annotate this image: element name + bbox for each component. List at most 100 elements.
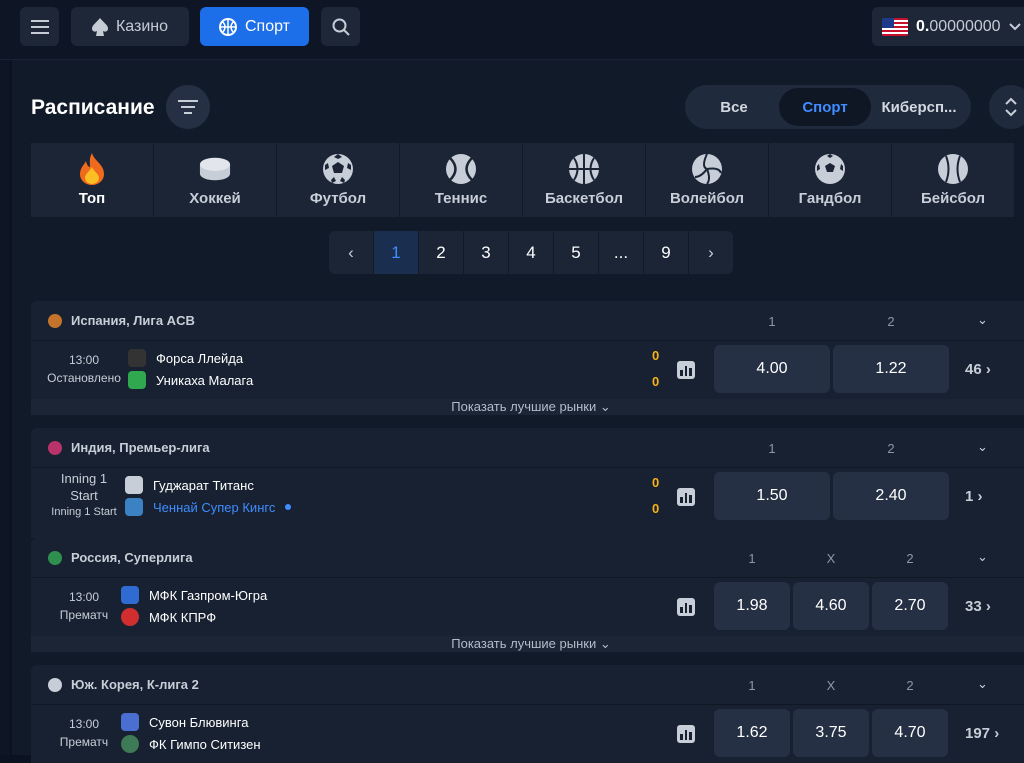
score-away: 0	[652, 501, 660, 516]
odd-button[interactable]: 2.40	[833, 472, 949, 520]
team-home: МФК Газпром-Югра	[121, 586, 267, 604]
more-markets-button[interactable]: 197 ›	[965, 725, 999, 742]
sport-label: Спорт	[245, 17, 290, 35]
statistics-icon[interactable]	[677, 361, 695, 379]
score-home: 0	[652, 348, 660, 363]
league-block: Юж. Корея, К-лига 2 1 X 2 ⌄ 13:00 Прематч…	[31, 665, 1024, 763]
sport-tab-baseball[interactable]: Бейсбол	[892, 143, 1014, 217]
odds-column-header: 2	[887, 441, 895, 456]
top-bar: Казино Спорт 0.00000000	[0, 0, 1024, 60]
team-away: ФК Гимпо Ситизен	[121, 735, 261, 753]
hockey-puck-icon	[199, 153, 231, 185]
team-home: Форса Ллейда	[128, 349, 243, 367]
odd-button[interactable]: 1.22	[833, 345, 949, 393]
pagination: ‹ 1 2 3 4 5 ... 9 ›	[329, 231, 733, 274]
odd-button[interactable]: 4.60	[793, 582, 869, 630]
more-markets-button[interactable]: 1 ›	[965, 488, 983, 505]
show-best-markets[interactable]: Показать лучшие рынки ⌄	[31, 399, 1024, 415]
balance-button[interactable]: 0.00000000	[872, 7, 1024, 46]
sport-tab-top[interactable]: Топ	[31, 143, 153, 217]
league-block: Испания, Лига ACB 1 2 ⌄ 13:00 Остановлено…	[31, 301, 1024, 415]
league-header[interactable]: Испания, Лига ACB 1 2 ⌄	[31, 301, 1024, 341]
page-title: Расписание	[31, 96, 155, 119]
page-button-4[interactable]: 4	[509, 231, 553, 274]
sport-tab-handball[interactable]: Гандбол	[769, 143, 891, 217]
team-home: Сувон Блювинга	[121, 713, 248, 731]
odd-button[interactable]: 4.70	[872, 709, 948, 757]
hamburger-icon	[30, 19, 49, 34]
sort-arrows-icon	[1005, 97, 1017, 117]
league-name: Испания, Лига ACB	[71, 313, 195, 328]
odds-column-header: 1	[748, 678, 756, 693]
odd-button[interactable]: 1.50	[714, 472, 830, 520]
more-markets-button[interactable]: 33 ›	[965, 598, 991, 615]
page-button-9[interactable]: 9	[644, 231, 688, 274]
team-logo-icon	[125, 498, 143, 516]
page-button-5[interactable]: 5	[554, 231, 598, 274]
odd-button[interactable]: 1.62	[714, 709, 790, 757]
match-row[interactable]: Inning 1 Start Inning 1 Start Гуджарат Ти…	[31, 468, 1024, 538]
fire-icon	[76, 153, 108, 185]
page-next-button[interactable]: ›	[689, 231, 733, 274]
page-ellipsis[interactable]: ...	[599, 231, 643, 274]
team-away: Ченнай Супер Кингс	[125, 498, 292, 516]
menu-button[interactable]	[20, 7, 59, 46]
odd-button[interactable]: 4.00	[714, 345, 830, 393]
page-button-3[interactable]: 3	[464, 231, 508, 274]
segment-sport[interactable]: Спорт	[779, 88, 871, 126]
chevron-down-icon	[1008, 22, 1021, 30]
left-edge	[0, 60, 10, 755]
chevron-down-icon[interactable]: ⌄	[977, 676, 988, 692]
match-row[interactable]: 13:00 Остановлено Форса Ллейда Уникаха Ма…	[31, 341, 1024, 399]
page-prev-button[interactable]: ‹	[329, 231, 373, 274]
chevron-down-icon[interactable]: ⌄	[977, 312, 988, 328]
odd-button[interactable]: 1.98	[714, 582, 790, 630]
page-button-1[interactable]: 1	[374, 231, 418, 274]
team-logo-icon	[128, 349, 146, 367]
sport-label: Теннис	[434, 190, 488, 207]
sport-label: Футбол	[309, 190, 367, 207]
live-dot-icon	[285, 504, 292, 510]
sport-tab-volleyball[interactable]: Волейбол	[646, 143, 768, 217]
show-best-markets[interactable]: Показать лучшие рынки ⌄	[31, 636, 1024, 652]
sport-tab-football[interactable]: Футбол	[277, 143, 399, 217]
sport-tab-tennis[interactable]: Теннис	[400, 143, 522, 217]
score-home: 0	[652, 475, 660, 490]
segment-esport[interactable]: Киберсп...	[871, 88, 967, 126]
odd-button[interactable]: 3.75	[793, 709, 869, 757]
match-row[interactable]: 13:00 Прематч МФК Газпром-Югра МФК КПРФ 1…	[31, 578, 1024, 636]
odd-button[interactable]: 2.70	[872, 582, 948, 630]
sport-tab-basketball[interactable]: Баскетбол	[523, 143, 645, 217]
sport-tab-hockey[interactable]: Хоккей	[154, 143, 276, 217]
odds-column-header: 1	[768, 441, 776, 456]
segment-all[interactable]: Все	[689, 88, 779, 126]
sport-categories: Топ Хоккей Футбол Теннис Баскетбол Волей…	[31, 143, 1024, 217]
match-time: 13:00 Прематч	[59, 717, 109, 749]
score-away: 0	[652, 374, 660, 389]
league-header[interactable]: Россия, Суперлига 1 X 2 ⌄	[31, 538, 1024, 578]
chevron-down-icon[interactable]: ⌄	[977, 549, 988, 565]
match-row[interactable]: 13:00 Прематч Сувон Блювинга ФК Гимпо Сит…	[31, 705, 1024, 763]
more-markets-button[interactable]: 46 ›	[965, 361, 991, 378]
statistics-icon[interactable]	[677, 598, 695, 616]
odds-column-header: 1	[748, 551, 756, 566]
statistics-icon[interactable]	[677, 725, 695, 743]
odds-column-header: 1	[768, 314, 776, 329]
league-block: Россия, Суперлига 1 X 2 ⌄ 13:00 Прематч М…	[31, 538, 1024, 652]
league-header[interactable]: Индия, Премьер-лига 1 2 ⌄	[31, 428, 1024, 468]
league-header[interactable]: Юж. Корея, К-лига 2 1 X 2 ⌄	[31, 665, 1024, 705]
team-logo-icon	[128, 371, 146, 389]
casino-button[interactable]: Казино	[71, 7, 189, 46]
chevron-down-icon[interactable]: ⌄	[977, 439, 988, 455]
page-button-2[interactable]: 2	[419, 231, 463, 274]
search-icon	[332, 18, 350, 36]
odds-column-header: 2	[887, 314, 895, 329]
sport-label: Топ	[78, 190, 106, 207]
search-button[interactable]	[321, 7, 360, 46]
odds-column-header: X	[826, 551, 836, 566]
basketball-icon	[568, 153, 600, 185]
sport-button[interactable]: Спорт	[200, 7, 309, 46]
filter-button[interactable]	[166, 85, 210, 129]
league-name: Юж. Корея, К-лига 2	[71, 677, 199, 692]
statistics-icon[interactable]	[677, 488, 695, 506]
